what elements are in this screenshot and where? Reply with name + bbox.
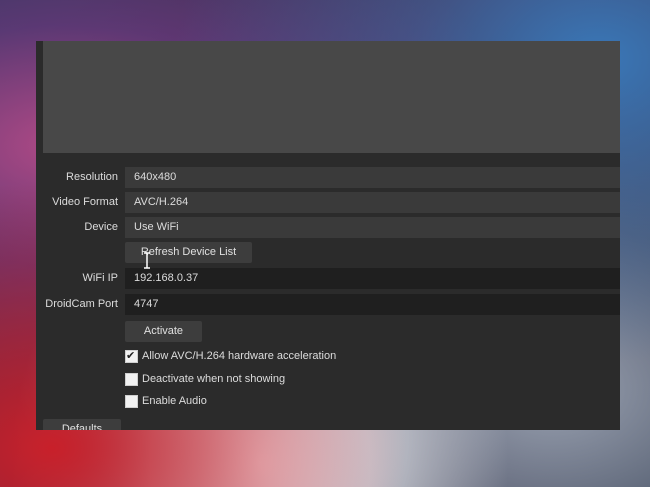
enable-audio-label: Enable Audio bbox=[142, 395, 207, 407]
video-format-select[interactable]: AVC/H.264 bbox=[125, 192, 620, 213]
activate-button[interactable]: Activate bbox=[125, 321, 202, 342]
wifi-ip-input[interactable]: 192.168.0.37 bbox=[125, 268, 620, 289]
device-label: Device bbox=[84, 221, 118, 233]
deactivate-label: Deactivate when not showing bbox=[142, 373, 286, 385]
checkbox-box[interactable]: ✔ bbox=[125, 350, 138, 363]
wifi-ip-row: WiFi IP 192.168.0.37 bbox=[36, 268, 620, 289]
checkbox-box[interactable] bbox=[125, 395, 138, 408]
hw-accel-label: Allow AVC/H.264 hardware acceleration bbox=[142, 350, 337, 362]
video-format-label: Video Format bbox=[52, 196, 118, 208]
port-row: DroidCam Port 4747 bbox=[36, 294, 620, 315]
text-cursor-icon bbox=[142, 252, 152, 272]
resolution-row: Resolution 640x480 bbox=[36, 167, 620, 188]
device-row: Device Use WiFi bbox=[36, 217, 620, 238]
checkbox-box[interactable] bbox=[125, 373, 138, 386]
resolution-label: Resolution bbox=[66, 171, 118, 183]
device-select[interactable]: Use WiFi bbox=[125, 217, 620, 238]
text-cursor-icon-svg bbox=[144, 252, 150, 269]
wifi-ip-label: WiFi IP bbox=[82, 272, 118, 284]
preview-area bbox=[43, 41, 620, 153]
resolution-select[interactable]: 640x480 bbox=[125, 167, 620, 188]
defaults-button[interactable]: Defaults bbox=[43, 419, 121, 430]
properties-window: Resolution 640x480 Video Format AVC/H.26… bbox=[36, 41, 620, 430]
video-format-row: Video Format AVC/H.264 bbox=[36, 192, 620, 213]
port-label: DroidCam Port bbox=[45, 298, 118, 310]
port-input[interactable]: 4747 bbox=[125, 294, 620, 315]
checkmark-icon: ✔ bbox=[126, 350, 136, 362]
